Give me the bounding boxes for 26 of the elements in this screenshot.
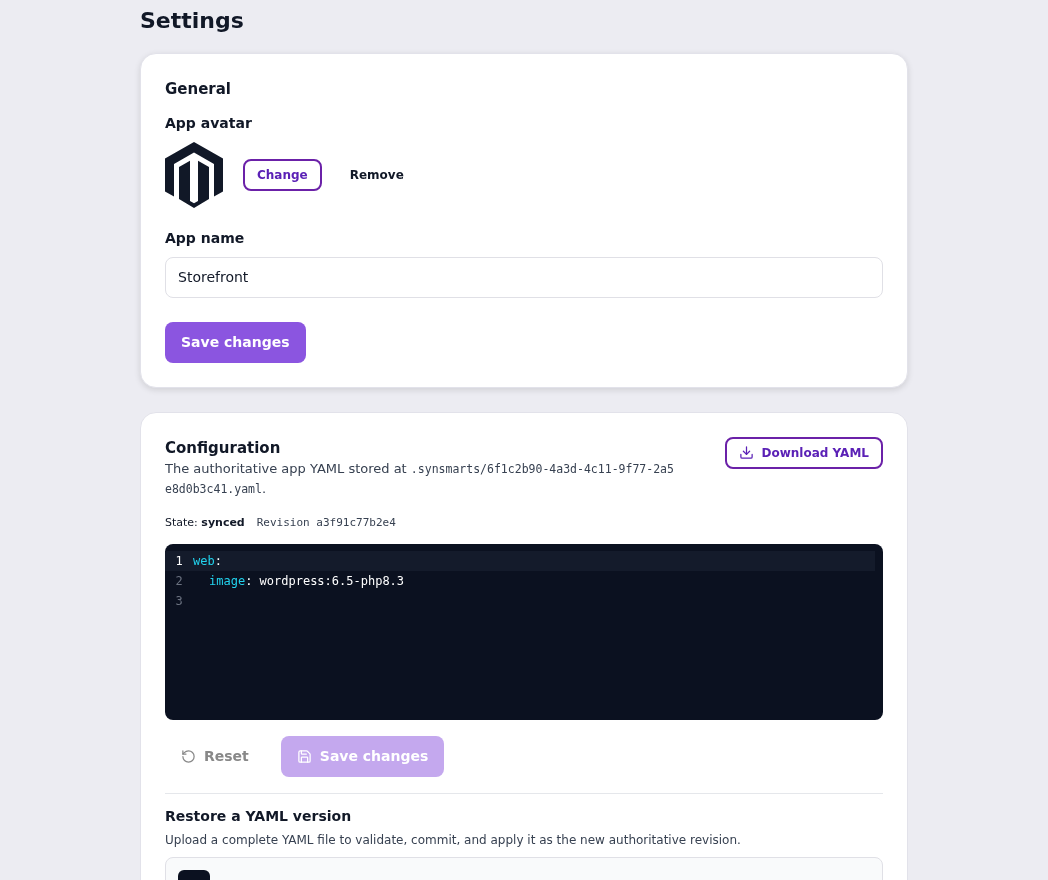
line-number: 3 (174, 592, 184, 610)
code-editor[interactable]: 1 web: 2 image: wordpress:6.5-php8.3 3 (165, 543, 883, 720)
change-button[interactable]: Change (243, 158, 322, 191)
page-title: Settings (140, 7, 245, 35)
download-icon (738, 445, 754, 460)
app-name-input[interactable]: Storefront (165, 256, 883, 298)
code-line: image: wordpress:6.5-php8.3 (208, 572, 405, 590)
hexagon-logo-icon (165, 141, 223, 208)
remove-button[interactable]: Remove (341, 165, 412, 184)
save-icon (296, 748, 312, 764)
line-number: 2 (174, 572, 184, 590)
section-title: General (165, 79, 232, 100)
revision-text: Revision a3f91c77b2e4 (256, 515, 396, 531)
download-yaml-button[interactable]: Download YAML (724, 436, 883, 469)
description-text: The authoritative app YAML stored at .synsmarts/6f1c2b90-4a3d-4c11-9f77-2a5e8d0b3c41.yaml. (165, 460, 675, 498)
save-button[interactable]: Save changes (165, 321, 306, 363)
section-title: Restore a YAML version (165, 806, 353, 826)
reset-icon (181, 748, 196, 764)
reset-button[interactable]: Reset (165, 735, 265, 777)
field-label: App name (165, 228, 246, 248)
field-label: App avatar (165, 113, 253, 133)
section-title: Configuration (165, 437, 282, 459)
description-text: Upload a complete YAML file to validate, commit, and apply it as the new authoritative revision. (165, 831, 742, 849)
line-number: 1 (174, 552, 184, 570)
state-text: State: synced (165, 515, 245, 531)
code-line: web: (193, 552, 222, 570)
